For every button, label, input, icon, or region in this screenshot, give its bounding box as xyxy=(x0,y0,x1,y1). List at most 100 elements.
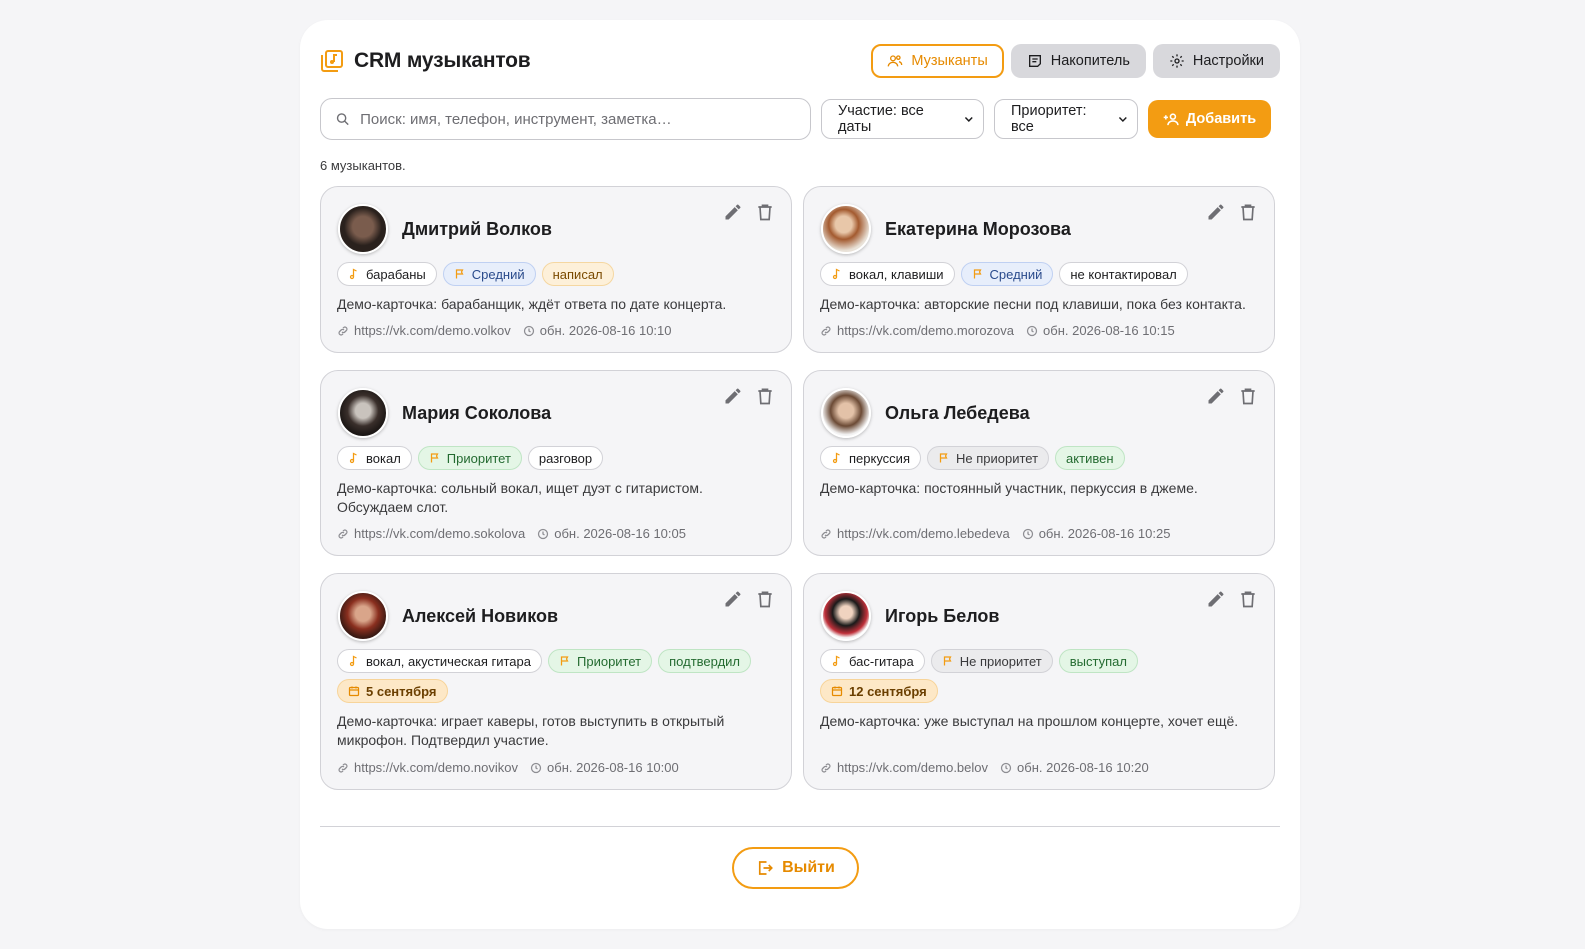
profile-link[interactable]: https://vk.com/demo.belov xyxy=(820,760,988,775)
nav-tabs: Музыканты Накопитель Настройки xyxy=(871,44,1280,78)
tab-musicians-label: Музыканты xyxy=(911,53,988,69)
edit-icon[interactable] xyxy=(1206,589,1226,609)
musician-name: Екатерина Морозова xyxy=(885,218,1071,239)
card-header: Дмитрий Волков xyxy=(338,204,552,254)
status-badge: не контактировал xyxy=(1059,262,1188,286)
search-box xyxy=(320,98,811,140)
profile-link[interactable]: https://vk.com/demo.sokolova xyxy=(337,526,525,541)
search-input[interactable] xyxy=(360,110,796,128)
priority-tag: Средний xyxy=(960,262,1054,286)
instrument-tag: бас-гитара xyxy=(820,649,925,673)
card-tags: перкуссия Не приоритет активен xyxy=(820,446,1260,470)
music-library-icon xyxy=(321,50,343,72)
date-badge: 12 сентября xyxy=(820,679,938,703)
trash-icon[interactable] xyxy=(1238,589,1258,609)
edit-icon[interactable] xyxy=(723,202,743,222)
date-badge: 5 сентября xyxy=(337,679,448,703)
trash-icon[interactable] xyxy=(1238,386,1258,406)
card-actions xyxy=(723,589,775,609)
card-actions xyxy=(1206,589,1258,609)
tab-settings[interactable]: Настройки xyxy=(1152,44,1280,78)
profile-link[interactable]: https://vk.com/demo.morozova xyxy=(820,323,1014,338)
instrument-tag: барабаны xyxy=(337,262,437,286)
updated-time: обн. 2026-08-16 10:00 xyxy=(530,760,679,775)
logout-label: Выйти xyxy=(782,859,835,876)
add-musician-button[interactable]: Добавить xyxy=(1148,100,1271,138)
flag-icon xyxy=(455,269,464,279)
participation-select[interactable]: Участие: все даты xyxy=(821,99,984,139)
musician-card[interactable]: Игорь Белов бас-гитара Не приоритет выст… xyxy=(803,573,1275,790)
status-badge: разговор xyxy=(527,446,604,470)
avatar xyxy=(338,388,388,438)
instrument-tag-label: перкуссия xyxy=(849,450,910,466)
status-badge: активен xyxy=(1055,446,1125,470)
link-icon xyxy=(821,529,831,538)
musician-card[interactable]: Ольга Лебедева перкуссия Не приоритет ак… xyxy=(803,370,1275,556)
card-tags: бас-гитара Не приоритет выступал 12 сент… xyxy=(820,649,1260,703)
profile-link-text: https://vk.com/demo.volkov xyxy=(354,323,511,338)
priority-tag-label: Не приоритет xyxy=(956,450,1039,466)
brand: CRM музыкантов xyxy=(320,49,531,73)
tab-musicians[interactable]: Музыканты xyxy=(871,44,1004,78)
priority-tag-label: Не приоритет xyxy=(959,653,1042,669)
add-musician-label: Добавить xyxy=(1185,111,1257,127)
flag-icon xyxy=(430,453,439,463)
card-tags: барабаны Средний написал xyxy=(337,262,777,286)
priority-select-value: Приоритет: все xyxy=(1011,103,1087,135)
trash-icon[interactable] xyxy=(755,202,775,222)
card-note: Демо-карточка: барабанщик, ждёт ответа п… xyxy=(337,296,727,312)
profile-link-text: https://vk.com/demo.sokolova xyxy=(354,526,526,541)
priority-select[interactable]: Приоритет: все xyxy=(994,99,1138,139)
edit-icon[interactable] xyxy=(1206,202,1226,222)
updated-time-text: обн. 2026-08-16 10:25 xyxy=(1038,526,1171,541)
clock-icon xyxy=(530,762,542,773)
musician-name: Мария Соколова xyxy=(402,402,552,423)
profile-link[interactable]: https://vk.com/demo.volkov xyxy=(337,323,511,338)
logout-button[interactable]: Выйти xyxy=(732,847,859,889)
header: CRM музыкантов Музыканты Накопитель Наст… xyxy=(320,44,1280,78)
instrument-tag: вокал, клавиши xyxy=(820,262,955,286)
trash-icon[interactable] xyxy=(1238,202,1258,222)
status-badge: написал xyxy=(541,262,614,286)
musician-name: Ольга Лебедева xyxy=(885,402,1030,423)
edit-icon[interactable] xyxy=(723,589,743,609)
status-badge: подтвердил xyxy=(658,649,752,673)
trash-icon[interactable] xyxy=(755,386,775,406)
trash-icon[interactable] xyxy=(755,589,775,609)
avatar xyxy=(338,591,388,641)
logout-icon xyxy=(759,861,774,875)
edit-icon[interactable] xyxy=(723,386,743,406)
link-icon xyxy=(338,529,348,538)
music-note-icon xyxy=(832,452,840,464)
musician-card[interactable]: Екатерина Морозова вокал, клавиши Средни… xyxy=(803,186,1275,353)
musician-card[interactable]: Дмитрий Волков барабаны Средний написал … xyxy=(320,186,792,353)
avatar xyxy=(821,388,871,438)
calendar-icon xyxy=(348,686,360,697)
card-tags: вокал Приоритет разговор xyxy=(337,446,777,470)
card-header: Мария Соколова xyxy=(338,388,551,438)
priority-tag: Не приоритет xyxy=(930,649,1053,673)
main-panel: CRM музыкантов Музыканты Накопитель Наст… xyxy=(300,20,1300,929)
musician-name: Игорь Белов xyxy=(885,605,1000,626)
musician-card[interactable]: Алексей Новиков вокал, акустическая гита… xyxy=(320,573,792,790)
tab-settings-label: Настройки xyxy=(1192,53,1264,69)
date-badge-label: 12 сентября xyxy=(849,683,927,699)
clock-icon xyxy=(1026,325,1038,336)
instrument-tag: вокал, акустическая гитара xyxy=(337,649,542,673)
profile-link[interactable]: https://vk.com/demo.lebedeva xyxy=(820,526,1010,541)
search-icon xyxy=(336,113,349,126)
tab-accumulator[interactable]: Накопитель xyxy=(1010,44,1146,78)
page-title: CRM музыкантов xyxy=(354,49,531,72)
updated-time-text: обн. 2026-08-16 10:15 xyxy=(1043,323,1175,338)
profile-link[interactable]: https://vk.com/demo.novikov xyxy=(337,760,518,775)
music-note-icon xyxy=(349,452,357,464)
musician-card[interactable]: Мария Соколова вокал Приоритет разговор … xyxy=(320,370,792,556)
edit-icon[interactable] xyxy=(1206,386,1226,406)
card-note: Демо-карточка: постоянный участник, перк… xyxy=(820,480,1198,496)
instrument-tag-label: бас-гитара xyxy=(849,653,914,669)
card-header: Ольга Лебедева xyxy=(821,388,1030,438)
card-note: Демо-карточка: играет каверы, готов выст… xyxy=(337,713,725,748)
profile-link-text: https://vk.com/demo.morozova xyxy=(837,323,1015,338)
users-icon xyxy=(888,55,903,67)
results-count: 6 музыкантов. xyxy=(320,158,406,173)
